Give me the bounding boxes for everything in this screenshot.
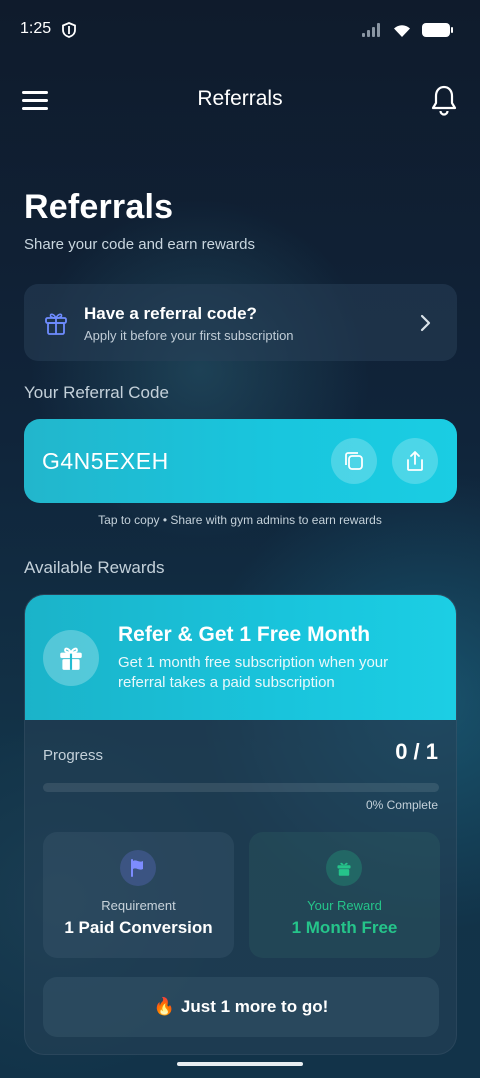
referral-code-section-label: Your Referral Code (24, 383, 169, 402)
status-icons (362, 22, 454, 38)
gift-icon (45, 313, 67, 335)
remaining-referrals-banner: 🔥 Just 1 more to go! (43, 977, 439, 1037)
fire-icon: 🔥 (153, 997, 175, 1016)
gift-icon (60, 647, 82, 670)
page-title: Referrals (24, 188, 174, 226)
shield-icon (62, 22, 76, 38)
copy-icon (345, 452, 363, 470)
reward-description: Get 1 month free subscription when your … (118, 654, 389, 691)
reward-card-header: Refer & Get 1 Free Month Get 1 month fre… (25, 595, 456, 720)
gift-icon (337, 862, 351, 876)
status-time: 1:25 (20, 20, 52, 37)
progress-bar (43, 783, 439, 792)
share-button[interactable] (392, 438, 438, 484)
referral-prompt-subtitle: Apply it before your first subscription (84, 328, 294, 343)
your-reward-card: Your Reward 1 Month Free (249, 832, 440, 958)
reward-gift-badge (43, 630, 99, 686)
reward-card: Refer & Get 1 Free Month Get 1 month fre… (24, 594, 457, 1055)
your-reward-label: Your Reward (307, 898, 382, 913)
your-reward-value: 1 Month Free (291, 918, 398, 937)
progress-percent: 0% Complete (365, 798, 438, 812)
referral-code-hint: Tap to copy • Share with gym admins to e… (98, 513, 382, 527)
cellular-signal-icon (362, 23, 380, 37)
copy-button[interactable] (331, 438, 377, 484)
page-subtitle: Share your code and earn rewards (24, 236, 255, 253)
referral-prompt-title: Have a referral code? (84, 304, 257, 323)
reward-title: Refer & Get 1 Free Month (118, 623, 371, 646)
home-indicator[interactable] (177, 1062, 303, 1066)
reward-gift-badge-small (326, 850, 362, 886)
progress-label: Progress (43, 747, 104, 764)
wifi-icon (394, 24, 410, 37)
progress-count: 0 / 1 (395, 739, 438, 764)
remaining-referrals-text: Just 1 more to go! (180, 997, 329, 1016)
battery-icon (422, 23, 453, 37)
requirement-label: Requirement (101, 898, 176, 913)
available-rewards-label: Available Rewards (24, 558, 165, 577)
chevron-right-icon (420, 314, 431, 332)
requirement-value: 1 Paid Conversion (64, 918, 213, 937)
referral-code-value[interactable]: G4N5EXEH (42, 448, 169, 475)
requirement-card: Requirement 1 Paid Conversion (43, 832, 234, 958)
flag-badge (120, 850, 156, 886)
bell-icon[interactable] (430, 84, 458, 116)
share-icon (407, 451, 423, 471)
app-bar-title: Referrals (197, 87, 283, 110)
flag-icon (131, 859, 143, 877)
